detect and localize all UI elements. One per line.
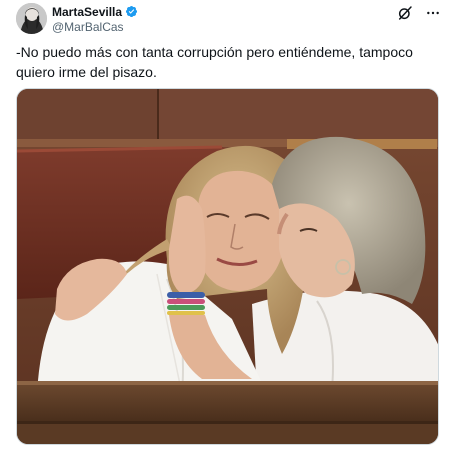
- tweet-header: MartaSevilla @MarBalCas: [16, 3, 441, 35]
- display-name-row: MartaSevilla: [52, 4, 138, 19]
- tweet-media[interactable]: [16, 88, 439, 445]
- tweet-actions: [397, 5, 441, 21]
- slashed-circle-icon[interactable]: [397, 5, 413, 21]
- more-dots-icon[interactable]: [425, 5, 441, 21]
- author-handle[interactable]: @MarBalCas: [52, 20, 138, 34]
- avatar[interactable]: [16, 3, 47, 34]
- display-name[interactable]: MartaSevilla: [52, 5, 122, 19]
- verified-badge-icon: [125, 5, 138, 18]
- author-names: MartaSevilla @MarBalCas: [52, 4, 138, 34]
- tweet-card: MartaSevilla @MarBalCas -No puedo más co…: [0, 0, 451, 452]
- avatar-photo-icon: [16, 3, 47, 34]
- photo-two-women-embracing-icon: [17, 89, 438, 444]
- tweet-text: -No puedo más con tanta corrupción pero …: [16, 44, 413, 80]
